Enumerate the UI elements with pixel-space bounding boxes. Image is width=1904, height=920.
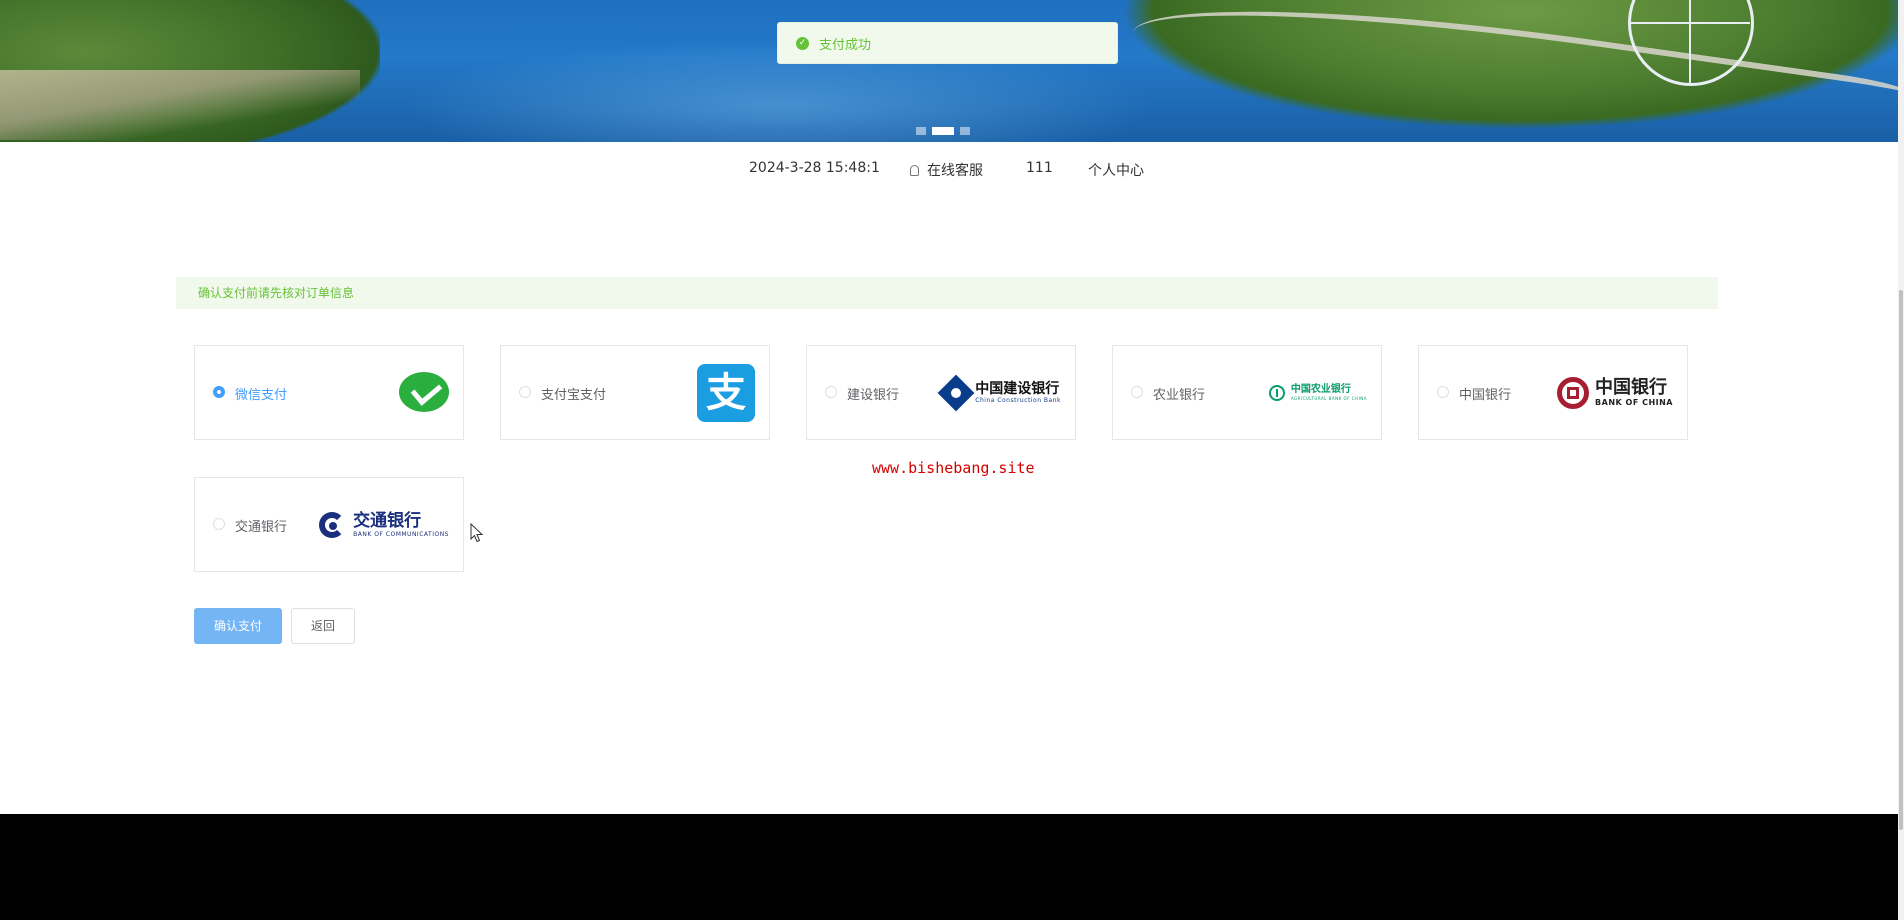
payment-label-abc[interactable]: 农业银行 <box>1153 384 1205 403</box>
abc-logo-cn: 中国农业银行 <box>1290 384 1351 395</box>
payment-option-bocom[interactable]: 交通银行 交通银行 BANK OF COMMUNICATIONS <box>194 477 464 572</box>
payment-option-abc[interactable]: 农业银行 中国农业银行 AGRICULTURAL BANK OF CHINA <box>1112 345 1382 440</box>
profile-link[interactable]: 个人中心 <box>1088 160 1144 180</box>
radio-boc[interactable] <box>1437 386 1449 398</box>
username[interactable]: 111 <box>1026 160 1053 176</box>
payment-option-alipay[interactable]: 支付宝支付 支 <box>500 345 770 440</box>
online-service-link[interactable]: 在线客服 <box>910 160 983 180</box>
radio-abc[interactable] <box>1131 386 1143 398</box>
boc-logo-en: BANK OF CHINA <box>1595 398 1673 407</box>
user-icon <box>910 165 919 176</box>
payment-label-bocom[interactable]: 交通银行 <box>235 516 287 535</box>
check-circle-icon: ✓ <box>796 36 809 50</box>
ccb-logo: 中国建设银行 China Construction Bank <box>937 362 1061 424</box>
carousel-indicators <box>916 127 970 135</box>
order-check-notice: 确认支付前请先核对订单信息 <box>176 277 1718 309</box>
boc-logo-cn: 中国银行 <box>1595 377 1668 398</box>
payment-label-wechat[interactable]: 微信支付 <box>235 384 287 403</box>
ccb-logo-cn: 中国建设银行 <box>975 381 1060 397</box>
boc-logo: 中国银行 BANK OF CHINA <box>1557 362 1673 424</box>
toast-message: 支付成功 <box>819 37 872 53</box>
bocom-logo-cn: 交通银行 <box>353 510 422 531</box>
back-button[interactable]: 返回 <box>291 608 355 644</box>
confirm-payment-button[interactable]: 确认支付 <box>194 608 282 644</box>
wechat-icon <box>399 372 449 414</box>
abc-logo: 中国农业银行 AGRICULTURAL BANK OF CHINA <box>1268 362 1367 424</box>
radio-ccb[interactable] <box>825 386 837 398</box>
abc-logo-en: AGRICULTURAL BANK OF CHINA <box>1290 396 1367 401</box>
ccb-emblem-icon <box>937 374 975 412</box>
bocom-emblem-icon <box>319 510 347 540</box>
banner-beach <box>0 70 360 140</box>
wechat-pay-logo <box>399 362 449 424</box>
carousel-dot[interactable] <box>916 127 926 135</box>
radio-alipay[interactable] <box>519 386 531 398</box>
page-scrollbar[interactable] <box>1898 0 1904 920</box>
payment-option-ccb[interactable]: 建设银行 中国建设银行 China Construction Bank <box>806 345 1076 440</box>
payment-label-ccb[interactable]: 建设银行 <box>847 384 899 403</box>
alipay-icon: 支 <box>697 364 755 422</box>
page-footer <box>0 814 1898 920</box>
alipay-logo: 支 <box>697 362 755 424</box>
page: ✓ 支付成功 2024-3-28 15:48:1 在线客服 111 个人中心 确… <box>0 0 1904 920</box>
online-service-label: 在线客服 <box>927 163 983 179</box>
current-datetime: 2024-3-28 15:48:1 <box>749 160 880 176</box>
scrollbar-thumb[interactable] <box>1899 290 1903 830</box>
success-toast: ✓ 支付成功 <box>777 22 1118 64</box>
bocom-logo-en: BANK OF COMMUNICATIONS <box>353 530 449 538</box>
radio-bocom[interactable] <box>213 518 225 530</box>
payment-label-alipay[interactable]: 支付宝支付 <box>541 384 606 403</box>
payment-option-boc[interactable]: 中国银行 中国银行 BANK OF CHINA <box>1418 345 1688 440</box>
mouse-cursor-icon <box>470 523 484 543</box>
bocom-logo: 交通银行 BANK OF COMMUNICATIONS <box>319 494 449 556</box>
boc-emblem-icon <box>1557 377 1590 409</box>
ccb-logo-en: China Construction Bank <box>975 397 1061 404</box>
payment-option-wechat[interactable]: 微信支付 <box>194 345 464 440</box>
payment-label-boc[interactable]: 中国银行 <box>1459 384 1511 403</box>
carousel-dot-active[interactable] <box>932 127 954 135</box>
abc-emblem-icon <box>1268 385 1285 401</box>
carousel-dot[interactable] <box>960 127 970 135</box>
site-watermark: www.bishebang.site <box>872 459 1035 477</box>
top-info-bar: 2024-3-28 15:48:1 在线客服 111 个人中心 <box>0 158 1904 182</box>
radio-wechat[interactable] <box>213 386 225 398</box>
